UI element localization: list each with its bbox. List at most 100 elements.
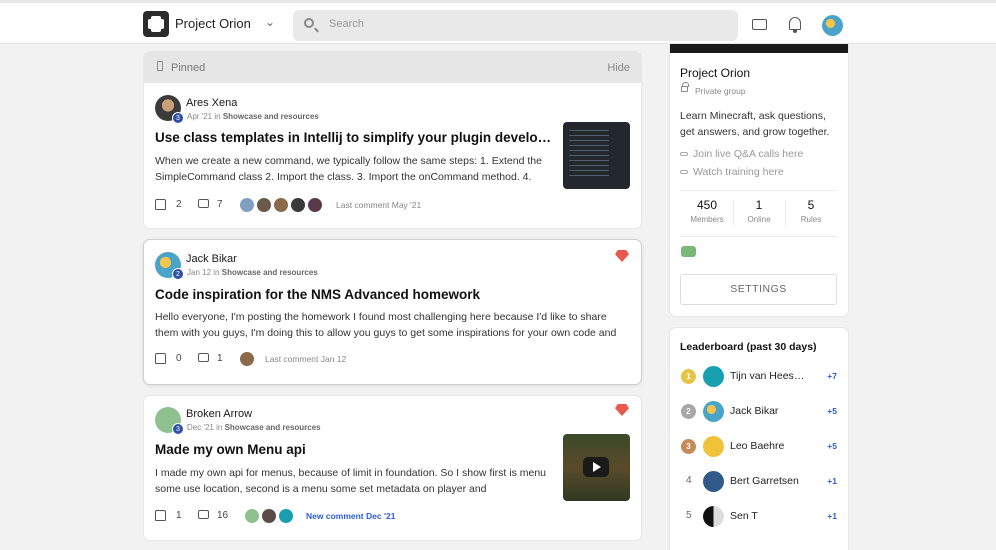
leader-name[interactable]: Sen T — [730, 510, 810, 522]
leaderboard-title: Leaderboard (past 30 days) — [680, 341, 817, 353]
like-count: 1 — [176, 510, 182, 521]
link-icon — [680, 170, 688, 175]
stat-members[interactable]: 450 Members — [681, 198, 733, 224]
leaderboard-row[interactable]: 4 Bert Garretsen +1 — [670, 470, 848, 494]
privacy-label: Private group — [695, 86, 746, 96]
training-link[interactable]: Watch training here — [680, 166, 784, 178]
category-link[interactable]: Showcase and resources — [223, 112, 319, 121]
play-icon[interactable] — [583, 457, 609, 477]
post-title[interactable]: Made my own Menu api — [155, 442, 555, 457]
post-body: I made my own api for menus, because of … — [155, 467, 547, 495]
last-comment: Last comment Jan 12 — [265, 354, 347, 364]
leader-points: +1 — [827, 511, 837, 521]
post-card[interactable]: 2 Jack Bikar Jan 12 in Showcase and reso… — [144, 240, 641, 384]
post-card[interactable]: 3 Broken Arrow Dec '21 in Showcase and r… — [144, 396, 641, 540]
commenter-avatar[interactable] — [290, 197, 306, 213]
gem-icon — [615, 404, 629, 416]
category-link[interactable]: Showcase and resources — [225, 423, 321, 432]
commenter-avatar[interactable] — [239, 351, 255, 367]
gem-icon — [615, 250, 629, 262]
commenter-avatar[interactable] — [244, 508, 260, 524]
top-bar: Project Orion ⌄ — [0, 0, 996, 44]
leader-avatar[interactable] — [703, 436, 724, 457]
qa-calls-link[interactable]: Join live Q&A calls here — [680, 148, 803, 160]
post-video-thumbnail[interactable] — [563, 434, 630, 501]
category-link[interactable]: Showcase and resources — [222, 268, 318, 277]
leader-name[interactable]: Leo Baehre — [730, 440, 810, 452]
comment-icon[interactable] — [198, 510, 209, 519]
search-input[interactable] — [329, 18, 719, 30]
commenter-avatar[interactable] — [278, 508, 294, 524]
leader-avatar[interactable] — [703, 471, 724, 492]
post-meta: Apr '21 in Showcase and resources — [187, 112, 319, 121]
post-title[interactable]: Code inspiration for the NMS Advanced ho… — [155, 287, 625, 302]
leader-avatar[interactable] — [703, 506, 724, 527]
author-name[interactable]: Jack Bikar — [186, 253, 237, 265]
gold-medal-icon: 1 — [681, 369, 696, 384]
pinned-post-card[interactable]: Pinned Hide 3 Ares Xena Apr '21 in Showc… — [144, 52, 641, 228]
leader-avatar[interactable] — [703, 366, 724, 387]
divider — [680, 190, 837, 191]
commenter-avatar[interactable] — [273, 197, 289, 213]
comment-icon[interactable] — [198, 199, 209, 208]
divider — [680, 236, 837, 237]
silver-medal-icon: 2 — [681, 404, 696, 419]
pinned-bar: Pinned Hide — [144, 52, 641, 83]
search-bar[interactable] — [293, 10, 738, 41]
lock-icon — [681, 82, 689, 92]
leaderboard-row[interactable]: 1 Tijn van Heese… +7 — [670, 365, 848, 389]
leader-points: +1 — [827, 476, 837, 486]
leaderboard-row[interactable]: 5 Sen T +1 — [670, 505, 848, 529]
leader-name[interactable]: Jack Bikar — [730, 405, 810, 417]
level-badge: 3 — [172, 112, 184, 124]
stat-rules[interactable]: 5 Rules — [785, 198, 837, 224]
commenter-avatar[interactable] — [256, 197, 272, 213]
author-name[interactable]: Broken Arrow — [186, 408, 252, 420]
settings-button[interactable]: SETTINGS — [680, 274, 837, 305]
like-icon[interactable] — [155, 199, 166, 210]
post-title[interactable]: Use class templates in Intellij to simpl… — [155, 130, 555, 145]
group-logo-icon[interactable] — [143, 11, 169, 37]
comment-count: 1 — [217, 353, 223, 364]
last-comment[interactable]: New comment Dec '21 — [306, 511, 395, 521]
pinned-label: Pinned — [171, 62, 206, 74]
like-icon[interactable] — [155, 353, 166, 364]
leader-points: +5 — [827, 406, 837, 416]
bronze-medal-icon: 3 — [681, 439, 696, 454]
rank-number: 4 — [686, 475, 692, 486]
leader-avatar[interactable] — [703, 401, 724, 422]
post-footer: 0 1 Last comment Jan 12 — [155, 351, 455, 368]
leader-points: +7 — [827, 371, 837, 381]
leader-name[interactable]: Bert Garretsen — [730, 475, 810, 487]
group-about-card: Project Orion Private group Learn Minecr… — [670, 44, 848, 316]
group-banner — [670, 44, 848, 53]
about-title: Project Orion — [680, 66, 751, 80]
search-icon — [304, 18, 314, 28]
bell-icon[interactable] — [789, 17, 801, 33]
chat-icon[interactable] — [752, 19, 767, 30]
link-icon — [680, 152, 688, 157]
comment-icon[interactable] — [198, 353, 209, 362]
group-name[interactable]: Project Orion — [175, 16, 251, 31]
commenter-avatar[interactable] — [239, 197, 255, 213]
hide-button[interactable]: Hide — [607, 62, 630, 74]
group-description: Learn Minecraft, ask questions, get answ… — [680, 110, 830, 138]
stat-online[interactable]: 1 Online — [733, 198, 785, 224]
post-item[interactable]: 3 Ares Xena Apr '21 in Showcase and reso… — [144, 83, 641, 228]
chevron-down-icon[interactable]: ⌄ — [265, 15, 275, 29]
author-name[interactable]: Ares Xena — [186, 97, 237, 109]
leaderboard-row[interactable]: 2 Jack Bikar +5 — [670, 400, 848, 424]
post-meta: Jan 12 in Showcase and resources — [187, 268, 318, 277]
level-badge: 3 — [172, 423, 184, 435]
commenter-avatar[interactable] — [261, 508, 277, 524]
like-icon[interactable] — [155, 510, 166, 521]
post-footer: 1 16 New comment Dec '21 — [155, 508, 455, 525]
commenter-avatar[interactable] — [307, 197, 323, 213]
rank-number: 5 — [686, 510, 692, 521]
leaderboard-card: Leaderboard (past 30 days) 1 Tijn van He… — [670, 328, 848, 550]
user-avatar[interactable] — [822, 15, 843, 36]
post-footer: 2 7 Last comment May '21 — [155, 197, 455, 214]
leader-name[interactable]: Tijn van Heese… — [730, 370, 810, 382]
leaderboard-row[interactable]: 3 Leo Baehre +5 — [670, 435, 848, 459]
post-thumbnail[interactable] — [563, 122, 630, 189]
